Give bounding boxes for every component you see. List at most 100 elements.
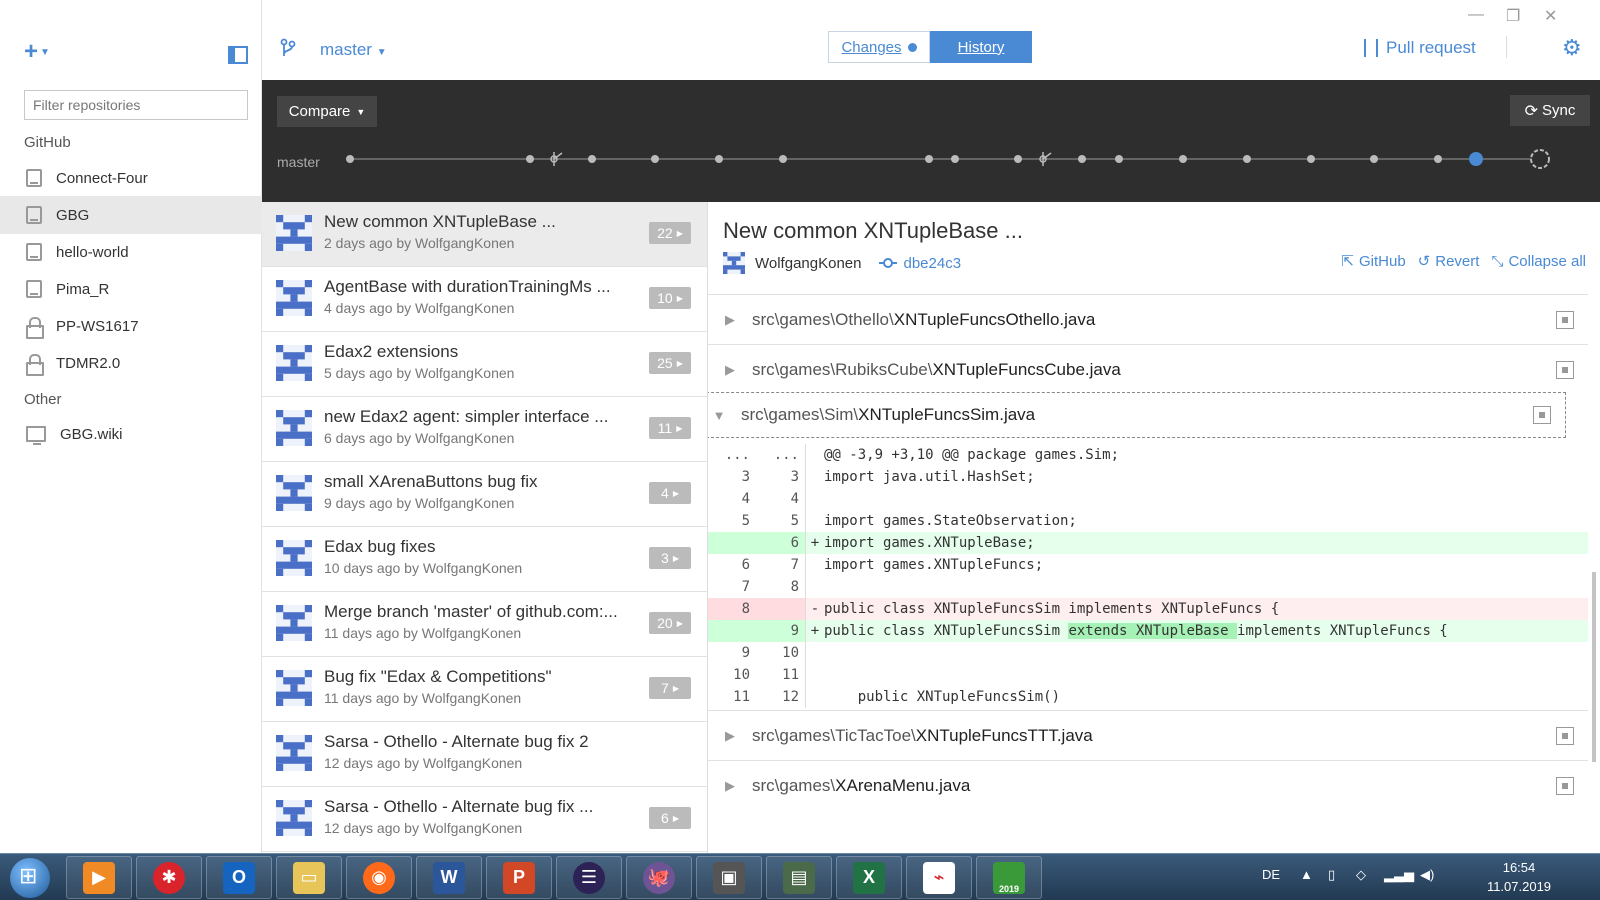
changed-file-row[interactable]: ▼ src\games\Sim\XNTupleFuncsSim.java — [708, 392, 1566, 438]
commit-item[interactable]: Sarsa - Othello - Alternate bug fix ... 1… — [262, 787, 707, 852]
repo-item-connect-four[interactable]: Connect-Four — [0, 159, 262, 197]
changed-files-count-badge[interactable]: 11 ▶ — [649, 417, 691, 439]
network-signal-icon[interactable]: ▂▃▅ — [1384, 867, 1414, 883]
taskbar-app-word[interactable]: W — [416, 856, 482, 899]
view-on-github-button[interactable]: ⇱ GitHub — [1341, 252, 1405, 271]
tab-history[interactable]: History — [930, 31, 1032, 63]
repo-item-tdmr2[interactable]: TDMR2.0 — [0, 344, 262, 382]
expand-down-icon[interactable]: ▼ — [708, 408, 741, 423]
diff-line-added[interactable]: 6 + import games.XNTupleBase; — [708, 532, 1588, 554]
taskbar-app-outlook[interactable]: O — [206, 856, 272, 899]
commit-item[interactable]: Edax bug fixes 10 days ago by WolfgangKon… — [262, 527, 707, 592]
taskbar-app-acrobat[interactable]: ⌁ — [906, 856, 972, 899]
diff-line-context[interactable]: 10 11 — [708, 664, 1588, 686]
commit-item[interactable]: Edax2 extensions 5 days ago by WolfgangKo… — [262, 332, 707, 397]
expand-right-icon[interactable]: ▶ — [708, 312, 752, 328]
compare-button[interactable]: Compare ▼ — [277, 96, 377, 127]
commit-item[interactable]: New common XNTupleBase ... 2 days ago by … — [262, 202, 707, 267]
taskbar-app-excel[interactable]: X — [836, 856, 902, 899]
new-line-number: 11 — [756, 664, 806, 686]
changed-file-row[interactable]: ▶ src\games\TicTacToe\XNTupleFuncsTTT.jav… — [708, 710, 1588, 760]
repo-item-hello-world[interactable]: hello-world — [0, 233, 262, 271]
revert-button[interactable]: ↺ Revert — [1418, 252, 1480, 271]
diff-line-context[interactable]: 5 5 import games.StateObservation; — [708, 510, 1588, 532]
diff-hunk-header[interactable]: ...... @@ -3,9 +3,10 @@ package games.Sim… — [708, 444, 1588, 466]
add-repository-button[interactable]: + ▼ — [24, 40, 50, 64]
repo-item-pp-ws1617[interactable]: PP-WS1617 — [0, 307, 262, 345]
expand-right-icon[interactable]: ▶ — [708, 728, 752, 744]
commit-item[interactable]: Merge branch 'master' of github.com:... 1… — [262, 592, 707, 657]
commit-item[interactable]: Bug fix "Edax & Competitions" 11 days ago… — [262, 657, 707, 722]
diff-line-context[interactable]: 44 — [708, 488, 1588, 510]
filter-repositories-input[interactable] — [24, 90, 248, 120]
changed-file-row[interactable]: ▶ src\games\Othello\XNTupleFuncsOthello.j… — [708, 294, 1588, 344]
volume-icon[interactable]: ◀) — [1420, 867, 1434, 883]
changed-files-count-badge[interactable]: 20 ▶ — [649, 612, 691, 634]
old-line-number: 10 — [733, 667, 750, 683]
file-include-checkbox[interactable] — [1556, 360, 1574, 379]
diff-line-removed[interactable]: 8 - public class XNTupleFuncsSim implement… — [708, 598, 1588, 620]
commit-item[interactable]: AgentBase with durationTrainingMs ... 4 d… — [262, 267, 707, 332]
diff-line-context[interactable]: 78 — [708, 576, 1588, 598]
restore-icon[interactable]: ❐ — [1506, 6, 1520, 26]
taskbar-app-explorer[interactable]: ▭ — [276, 856, 342, 899]
show-hidden-icons-icon[interactable]: ▲ — [1300, 867, 1313, 882]
collapse-all-button[interactable]: ⤡ Collapse all — [1491, 252, 1586, 270]
branch-selector[interactable]: master ▼ — [320, 40, 387, 60]
tab-changes[interactable]: Changes — [828, 31, 930, 63]
diff-line-context[interactable]: 11 12 public XNTupleFuncsSim() — [708, 686, 1588, 708]
taskbar-app-firefox[interactable]: ◉ — [346, 856, 412, 899]
taskbar-app-powerpoint[interactable]: P — [486, 856, 552, 899]
diff-line-context[interactable]: 6 7 import games.XNTupleFuncs; — [708, 554, 1588, 576]
code-part: public class XNTupleFuncsSim — [824, 623, 1069, 639]
repo-item-pima-r[interactable]: Pima_R — [0, 270, 262, 308]
commit-item[interactable]: new Edax2 agent: simpler interface ... 6 … — [262, 397, 707, 462]
changed-files-count-badge[interactable]: 3 ▶ — [649, 547, 691, 569]
expand-right-icon[interactable]: ▶ — [708, 778, 752, 794]
diff-scrollbar[interactable] — [1592, 572, 1596, 762]
diff-line-context[interactable]: 9 10 — [708, 642, 1588, 664]
taskbar-app-github-desktop[interactable]: 🐙 — [626, 856, 692, 899]
commit-item[interactable]: small XArenaButtons bug fix 9 days ago by… — [262, 462, 707, 527]
taskbar-app-monitor[interactable]: ▤ — [766, 856, 832, 899]
system-clock[interactable]: 16:54 11.07.2019 — [1474, 858, 1564, 896]
changed-files-count-badge[interactable]: 6 ▶ — [649, 807, 691, 829]
changed-files-count-badge[interactable]: 10 ▶ — [649, 287, 691, 309]
expand-right-icon[interactable]: ▶ — [708, 362, 752, 378]
toggle-sidebar-icon[interactable] — [228, 46, 248, 64]
changed-files-count-badge[interactable]: 22 ▶ — [649, 222, 691, 244]
changed-files-count-badge[interactable]: 25 ▶ — [649, 352, 691, 374]
diff-line-context[interactable]: 3 3 import java.util.HashSet; — [708, 466, 1588, 488]
changed-files-count-badge[interactable]: 4 ▶ — [649, 482, 691, 504]
changed-file-row[interactable]: ▶ src\games\XArenaMenu.java — [708, 760, 1588, 810]
new-line-number: 8 — [756, 576, 806, 598]
diff-line-added[interactable]: 9 + public class XNTupleFuncsSim extends X… — [708, 620, 1588, 642]
start-button[interactable] — [10, 858, 50, 898]
changed-file-row[interactable]: ▶ src\games\RubiksCube\XNTupleFuncsCube.j… — [708, 344, 1588, 394]
timeline-graph[interactable] — [262, 80, 1600, 202]
taskbar-app-planner[interactable]: 2019 — [976, 856, 1042, 899]
changed-files-count-badge[interactable]: 7 ▶ — [649, 677, 691, 699]
chevron-down-icon: ▼ — [356, 106, 366, 117]
close-icon[interactable]: ✕ — [1544, 6, 1557, 26]
file-include-checkbox[interactable] — [1556, 726, 1574, 745]
gear-icon[interactable]: ⚙ — [1562, 37, 1582, 59]
file-include-checkbox[interactable] — [1533, 406, 1551, 424]
commit-item[interactable]: Sarsa - Othello - Alternate bug fix 2 12 … — [262, 722, 707, 787]
taskbar-app-eclipse[interactable]: ☰ — [556, 856, 622, 899]
language-indicator[interactable]: DE — [1262, 867, 1280, 882]
commit-sha-link[interactable]: dbe24c3 — [879, 255, 961, 272]
pull-request-button[interactable]: Pull request — [1364, 38, 1476, 58]
file-include-checkbox[interactable] — [1556, 776, 1574, 795]
taskbar-app-media-player[interactable]: ▶ — [66, 856, 132, 899]
sync-button[interactable]: ⟳ Sync — [1510, 95, 1590, 126]
taskbar-app-splat[interactable]: ✱ — [136, 856, 202, 899]
github-octocat-icon: 🐙 — [643, 861, 675, 894]
device-icon[interactable]: ▯ — [1328, 867, 1335, 883]
taskbar-app-disk-tool[interactable]: ▣ — [696, 856, 762, 899]
minimize-icon[interactable]: — — [1468, 6, 1484, 24]
repo-item-gbg-wiki[interactable]: GBG.wiki — [0, 415, 262, 453]
repo-item-gbg[interactable]: GBG — [0, 196, 262, 234]
dropbox-icon[interactable]: ◇ — [1356, 867, 1366, 883]
file-include-checkbox[interactable] — [1556, 310, 1574, 329]
